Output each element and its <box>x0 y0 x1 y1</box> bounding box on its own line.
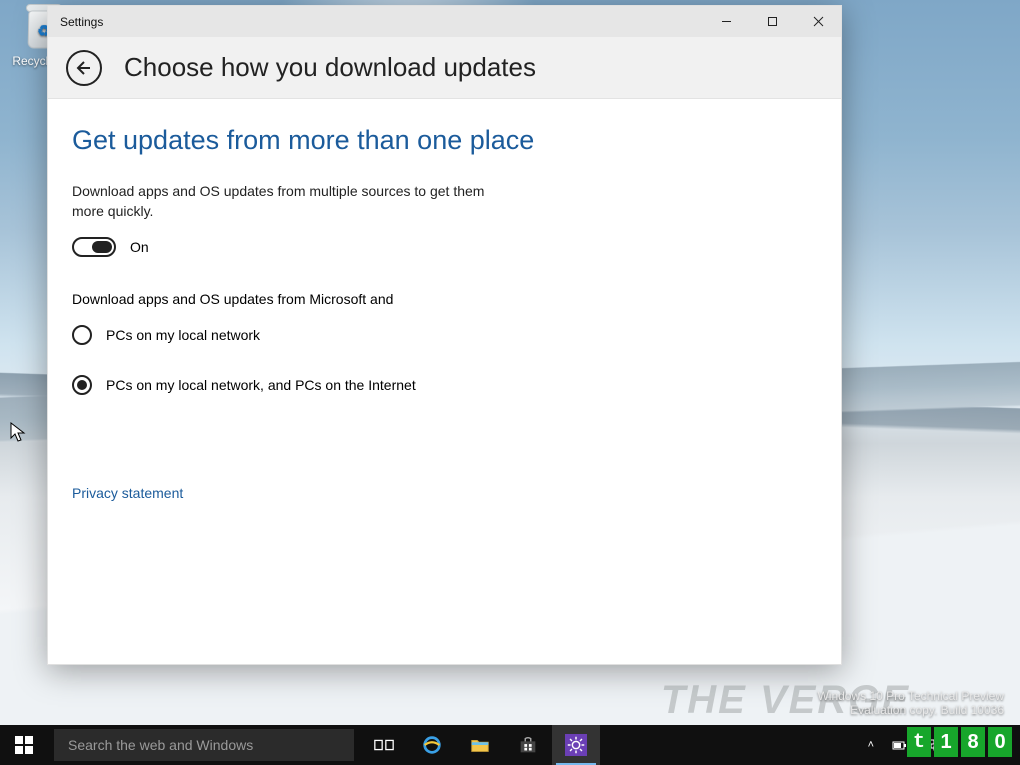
task-view-icon <box>373 734 395 756</box>
tray-overflow-chevron[interactable]: ˄ <box>864 725 878 765</box>
corner-badge: t 1 8 0 <box>903 723 1016 761</box>
badge-char: t <box>907 727 931 757</box>
radio-icon <box>72 375 92 395</box>
settings-icon <box>565 734 587 756</box>
section-description: Download apps and OS updates from multip… <box>72 182 502 221</box>
settings-taskbar-button[interactable] <box>552 725 600 765</box>
internet-explorer-icon <box>421 734 443 756</box>
watermark-line2: Evaluation copy. Build 10036 <box>817 703 1004 717</box>
badge-char: 8 <box>961 727 985 757</box>
titlebar[interactable]: Settings <box>48 6 841 37</box>
os-watermark: Windows 10 Pro Technical Preview Evaluat… <box>817 689 1004 717</box>
window-title: Settings <box>48 15 103 29</box>
file-explorer-icon <box>469 734 491 756</box>
taskbar: ˄ <box>0 725 1020 765</box>
search-input[interactable] <box>66 736 342 754</box>
close-button[interactable] <box>795 6 841 37</box>
section-heading: Get updates from more than one place <box>72 125 817 156</box>
watermark-line1: Windows 10 Pro Technical Preview <box>817 689 1004 703</box>
chevron-up-icon: ˄ <box>868 739 874 751</box>
radio-icon <box>72 325 92 345</box>
file-explorer-button[interactable] <box>456 725 504 765</box>
radio-option-local[interactable]: PCs on my local network <box>72 325 817 345</box>
start-button[interactable] <box>0 725 48 765</box>
radio-label: PCs on my local network, and PCs on the … <box>106 377 416 393</box>
taskbar-search[interactable] <box>54 729 354 761</box>
toggle-state-label: On <box>130 239 149 255</box>
page-header: Choose how you download updates <box>48 37 841 99</box>
badge-char: 1 <box>934 727 958 757</box>
maximize-button[interactable] <box>749 6 795 37</box>
store-button[interactable] <box>504 725 552 765</box>
internet-explorer-button[interactable] <box>408 725 456 765</box>
source-intro: Download apps and OS updates from Micros… <box>72 291 817 307</box>
store-icon <box>517 734 539 756</box>
multi-source-toggle[interactable] <box>72 237 116 257</box>
radio-option-internet[interactable]: PCs on my local network, and PCs on the … <box>72 375 817 395</box>
badge-char: 0 <box>988 727 1012 757</box>
task-view-button[interactable] <box>360 725 408 765</box>
privacy-statement-link[interactable]: Privacy statement <box>72 485 183 501</box>
settings-window: Settings Choose how you download updates… <box>47 5 842 665</box>
radio-label: PCs on my local network <box>106 327 260 343</box>
page-title: Choose how you download updates <box>124 52 536 83</box>
back-button[interactable] <box>66 50 102 86</box>
minimize-button[interactable] <box>703 6 749 37</box>
page-content: Get updates from more than one place Dow… <box>48 99 841 664</box>
